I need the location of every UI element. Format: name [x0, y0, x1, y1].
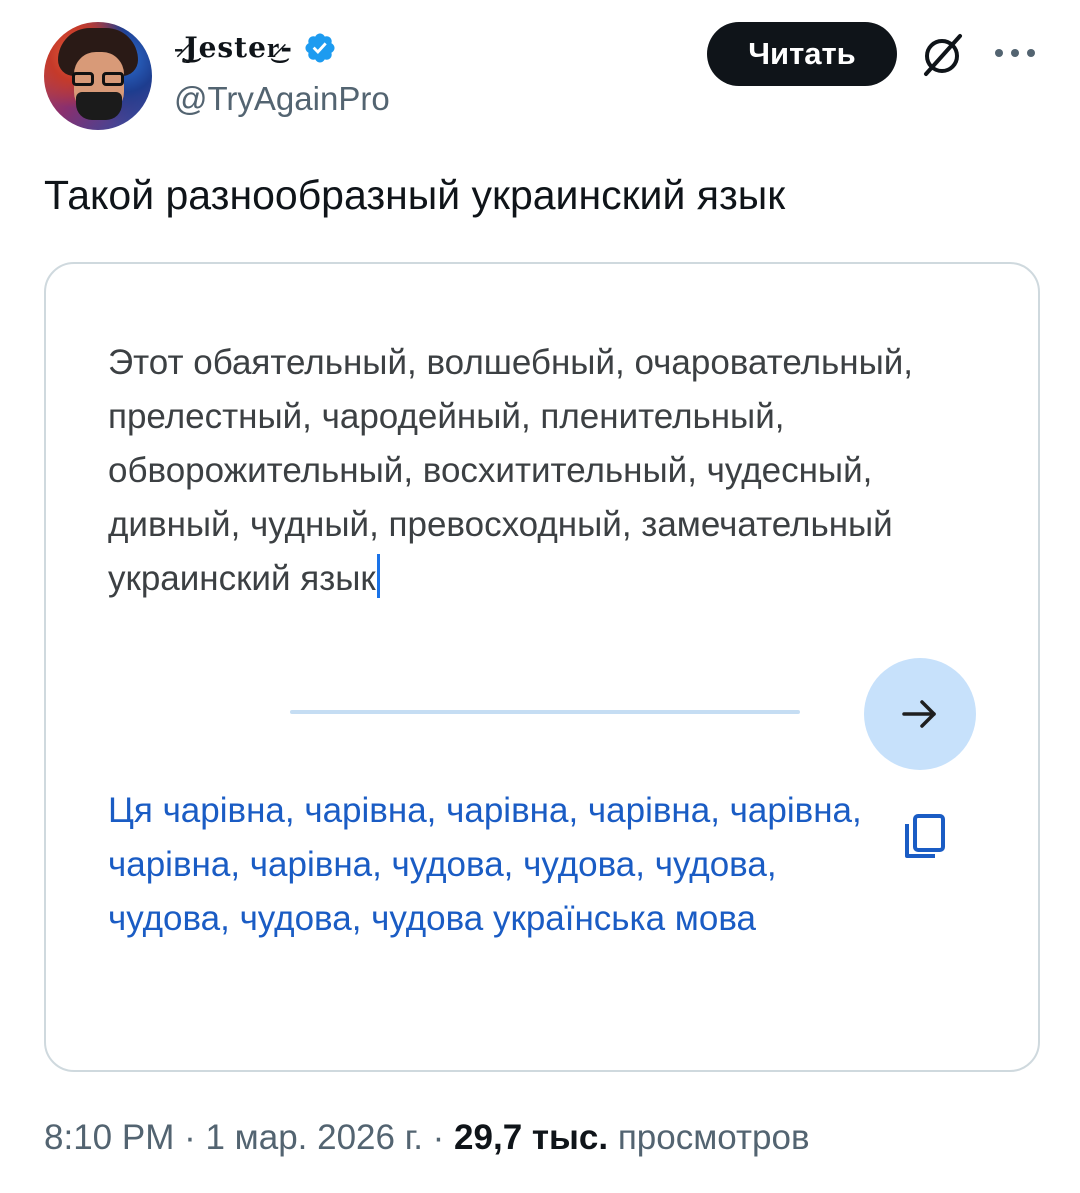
author-handle[interactable]: @TryAgainPro: [174, 80, 390, 118]
source-text-content: Этот обаятельный, волшебный, очарователь…: [108, 343, 914, 598]
copy-icon[interactable]: [902, 812, 948, 860]
ellipsis-icon[interactable]: [990, 36, 1040, 70]
slashed-circle-icon[interactable]: [914, 26, 970, 82]
text-cursor: [376, 554, 380, 598]
views-label: просмотров: [617, 1118, 810, 1157]
author-name-row: -̷͜Jester̷͜-: [174, 28, 337, 68]
translator-divider: [290, 710, 800, 714]
tweet-meta: 8:10 PM · 1 мар. 2026 г. · 29,7 тыс. про…: [44, 1118, 810, 1158]
translate-button[interactable]: [864, 658, 976, 770]
arrow-right-icon: [902, 700, 936, 728]
translator-target-text: Ця чарівна, чарівна, чарівна, чарівна, ч…: [108, 791, 862, 938]
tweet-text: Такой разнообразный украинский язык: [44, 172, 786, 218]
tweet-media-image[interactable]: Этот обаятельный, волшебный, очарователь…: [44, 262, 1040, 1072]
tweet-time[interactable]: 8:10 PM: [44, 1118, 174, 1157]
separator-dot: ·: [184, 1118, 196, 1157]
views-count: 29,7 тыс.: [454, 1118, 609, 1157]
tweet-date[interactable]: 1 мар. 2026 г.: [205, 1118, 422, 1157]
follow-button[interactable]: Читать: [707, 22, 897, 86]
display-name[interactable]: -̷͜Jester̷͜-: [174, 31, 293, 65]
tweet-header: -̷͜Jester̷͜- @TryAgainPro Читать: [0, 0, 1080, 140]
separator-dot: ·: [432, 1118, 445, 1157]
verified-badge-icon: [305, 33, 335, 63]
avatar[interactable]: [44, 22, 152, 130]
translator-source-text: Этот обаятельный, волшебный, очарователь…: [108, 336, 988, 606]
